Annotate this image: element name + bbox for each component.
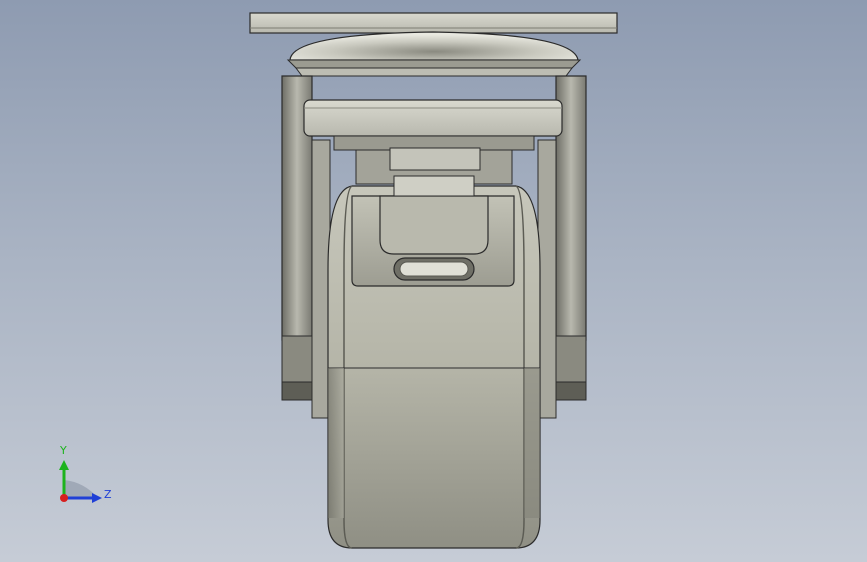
caster-model[interactable] — [0, 0, 867, 562]
z-axis-label: Z — [104, 488, 112, 501]
coordinate-triad: Y Z — [40, 440, 120, 512]
triad-graphic: Y Z — [59, 444, 112, 503]
fork-crossbar[interactable] — [303, 99, 563, 151]
brake-pedal-slot[interactable] — [393, 257, 475, 281]
top-plate[interactable] — [249, 12, 618, 34]
y-arrow-icon — [59, 460, 69, 470]
swivel-dome[interactable] — [286, 31, 582, 77]
graphics-viewport[interactable]: Y Z — [0, 0, 867, 562]
z-arrow-icon — [92, 493, 102, 503]
y-axis-label: Y — [59, 444, 67, 457]
x-axis-icon — [60, 494, 68, 502]
